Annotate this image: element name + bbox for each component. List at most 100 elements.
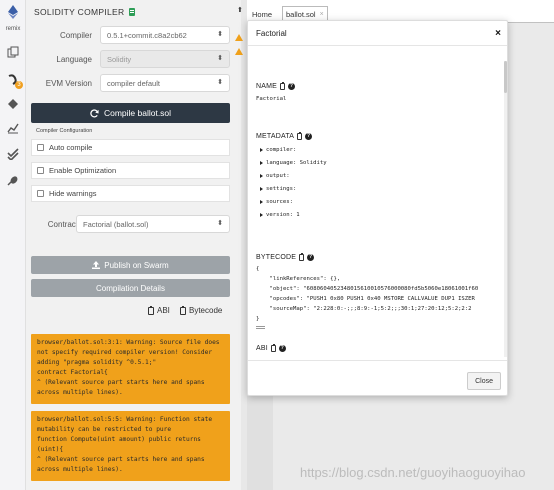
solidity-compiler-icon[interactable]: 3: [5, 72, 23, 89]
metadata-key: output:: [266, 173, 290, 179]
enable-optimization-checkbox[interactable]: Enable Optimization: [31, 162, 230, 179]
horizontal-scrollbar[interactable]: [256, 326, 265, 329]
metadata-tree-item[interactable]: output:: [260, 173, 290, 179]
modal-scrollbar[interactable]: [504, 61, 507, 357]
clipboard-icon[interactable]: [299, 253, 305, 261]
bytecode-link-label: Bytecode: [189, 306, 223, 315]
metadata-key: settings:: [266, 186, 297, 192]
close-icon[interactable]: ×: [495, 28, 501, 39]
watermark: https://blog.csdn.net/guoyihaoguoyihao: [300, 465, 526, 480]
upload-icon: [92, 261, 101, 269]
checkbox-box[interactable]: [37, 167, 44, 174]
expand-arrow-icon: [260, 199, 263, 204]
checkbox-box[interactable]: [37, 190, 44, 197]
checkbox-box[interactable]: [37, 144, 44, 151]
bytecode-line: "opcodes": "PUSH1 0x80 PUSH1 0x40 MSTORE…: [256, 296, 475, 302]
clipboard-icon[interactable]: [270, 344, 276, 352]
evm-version-value: compiler default: [107, 78, 160, 88]
metadata-section-title: METADATA ?: [256, 132, 313, 140]
expand-arrow-icon: [260, 160, 263, 165]
abi-section-title: ABI ?: [256, 344, 286, 352]
metadata-tree-item[interactable]: sources:: [260, 199, 293, 205]
select-caret-icon: ⬍: [217, 55, 223, 62]
publish-on-swarm-label: Publish on Swarm: [104, 260, 169, 270]
select-caret-icon: ⬍: [217, 79, 223, 86]
contract-select[interactable]: Factorial (ballot.sol) ⬍: [76, 215, 230, 233]
compilation-details-label: Compilation Details: [96, 283, 165, 293]
testing-check-icon[interactable]: [5, 146, 21, 162]
compiler-version-select[interactable]: 0.5.1+commit.c8a2cb62 ⬍: [100, 26, 230, 44]
hide-warnings-checkbox[interactable]: Hide warnings: [31, 185, 230, 202]
copy-abi-button[interactable]: ABI: [148, 305, 170, 315]
bytecode-section-label: BYTECODE: [256, 254, 297, 261]
deploy-run-icon[interactable]: [5, 96, 21, 112]
language-value: Solidity: [107, 54, 132, 64]
modal-footer: Close: [248, 360, 507, 395]
help-icon[interactable]: ?: [305, 133, 313, 140]
debugger-bug-icon[interactable]: [5, 172, 21, 188]
bytecode-line: "object": "60806040523480156100105760000…: [256, 286, 479, 292]
bytecode-line: "sourceMap": "2:228:0:-;;;8:9:-1;5:2;;;3…: [256, 306, 472, 312]
clipboard-icon: [180, 305, 186, 315]
editor-warning-icon[interactable]: [235, 48, 243, 55]
warning-message[interactable]: browser/ballot.sol:5:5: Warning: Functio…: [31, 411, 230, 481]
modal-title: Factorial: [256, 28, 287, 38]
compiler-label: Compiler: [59, 31, 92, 40]
warning-count-badge: 3: [15, 81, 23, 89]
compile-button[interactable]: Compile ballot.sol: [31, 103, 230, 123]
publish-on-swarm-button[interactable]: Publish on Swarm: [31, 256, 230, 274]
warning-line: contract Factorial{: [37, 369, 108, 376]
clipboard-icon[interactable]: [297, 132, 303, 140]
close-button[interactable]: Close: [467, 372, 501, 390]
scroll-up-arrow-icon[interactable]: ⬆: [237, 6, 243, 14]
refresh-icon: [90, 108, 99, 117]
help-icon[interactable]: ?: [288, 83, 296, 90]
contract-value: Factorial (ballot.sol): [83, 219, 149, 229]
clipboard-icon: [148, 305, 154, 315]
panel-title: SOLIDITY COMPILER: [34, 5, 136, 19]
warning-line: (uint){: [37, 446, 64, 453]
contract-label: Contract: [47, 220, 78, 229]
auto-compile-checkbox[interactable]: Auto compile: [31, 139, 230, 156]
metadata-tree-item[interactable]: version: 1: [260, 212, 300, 218]
metadata-key: compiler:: [266, 147, 297, 153]
warning-line: browser/ballot.sol:3:1: Warning: Source …: [37, 339, 220, 346]
language-select[interactable]: Solidity ⬍: [100, 50, 230, 68]
remix-logo-icon[interactable]: [5, 4, 21, 20]
evm-version-select[interactable]: compiler default ⬍: [100, 74, 230, 92]
abi-link-label: ABI: [157, 306, 170, 315]
warning-line: across multiple lines).: [37, 466, 123, 473]
compiler-configuration-label: Compiler Configuration: [36, 128, 93, 134]
remix-logo-label: remix: [5, 26, 21, 32]
copy-bytecode-button[interactable]: Bytecode: [180, 305, 223, 315]
expand-arrow-icon: [260, 173, 263, 178]
warning-message[interactable]: browser/ballot.sol:3:1: Warning: Source …: [31, 334, 230, 404]
enable-optimization-label: Enable Optimization: [49, 166, 117, 175]
hide-warnings-label: Hide warnings: [49, 189, 97, 198]
metadata-tree-item[interactable]: language: Solidity: [260, 160, 327, 166]
metadata-tree-item[interactable]: compiler:: [260, 147, 296, 153]
clipboard-icon[interactable]: [280, 82, 286, 90]
metadata-key: language: Solidity: [266, 160, 327, 166]
scrollbar-thumb[interactable]: [504, 61, 507, 93]
expand-arrow-icon: [260, 212, 263, 217]
help-icon[interactable]: ?: [278, 345, 286, 352]
editor-warning-icon[interactable]: [235, 34, 243, 41]
help-icon[interactable]: ?: [307, 254, 315, 261]
bytecode-section-title: BYTECODE ?: [256, 253, 315, 261]
expand-arrow-icon: [260, 147, 263, 152]
warning-line: adding "pragma solidity ^0.5.1;": [37, 359, 157, 366]
metadata-key: sources:: [266, 199, 293, 205]
tab-home-label: Home: [252, 9, 273, 19]
analysis-icon[interactable]: [5, 120, 21, 136]
icon-rail: remix 3: [0, 0, 26, 490]
warning-line: mutability can be restricted to pure: [37, 426, 172, 433]
select-caret-icon: ⬍: [217, 31, 223, 38]
compilation-details-button[interactable]: Compilation Details: [31, 279, 230, 297]
abi-section-label: ABI: [256, 345, 268, 352]
docs-icon[interactable]: [129, 8, 136, 16]
compile-button-label: Compile ballot.sol: [103, 108, 172, 118]
file-explorer-icon[interactable]: [5, 44, 21, 60]
close-tab-icon[interactable]: ×: [320, 11, 324, 18]
metadata-tree-item[interactable]: settings:: [260, 186, 296, 192]
